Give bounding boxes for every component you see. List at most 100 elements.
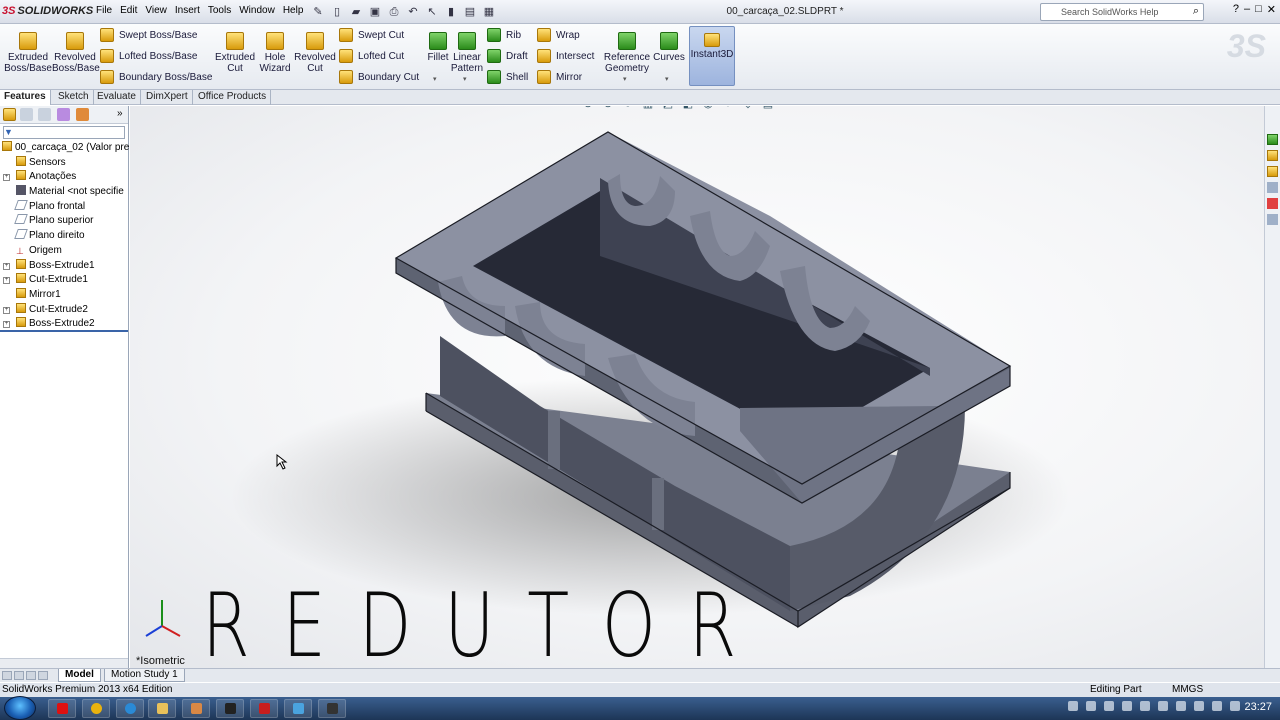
- solidworks-logo[interactable]: 3S SOLIDWORKS: [2, 5, 93, 19]
- save-icon[interactable]: ▣: [367, 4, 383, 20]
- last-tab-icon[interactable]: [38, 671, 48, 680]
- expand-plus-icon[interactable]: +: [3, 321, 10, 329]
- draft-button[interactable]: Draft: [487, 49, 528, 65]
- lofted-boss-button[interactable]: Lofted Boss/Base: [100, 49, 197, 65]
- tray-sync-icon[interactable]: [1104, 701, 1114, 711]
- view-palette-tab-icon[interactable]: [1267, 182, 1278, 193]
- expand-plus-icon[interactable]: +: [3, 277, 10, 285]
- boundary-boss-button[interactable]: Boundary Boss/Base: [100, 70, 212, 86]
- tree-item-top-plane[interactable]: Plano superior: [0, 214, 128, 229]
- menu-edit[interactable]: Edit: [120, 5, 137, 16]
- swept-cut-button[interactable]: Swept Cut: [339, 28, 404, 44]
- extruded-boss-button[interactable]: Extruded Boss/Base: [4, 32, 52, 74]
- menu-tools[interactable]: Tools: [208, 5, 231, 16]
- first-tab-icon[interactable]: [2, 671, 12, 680]
- tree-item-mirror1[interactable]: Mirror1: [0, 287, 128, 303]
- viewport-close-icon[interactable]: ✕: [1248, 106, 1256, 107]
- tab-evaluate[interactable]: Evaluate: [93, 90, 141, 105]
- rollback-bar[interactable]: [0, 330, 128, 332]
- rib-button[interactable]: Rib: [487, 28, 521, 44]
- menu-insert[interactable]: Insert: [175, 5, 200, 16]
- instant3d-button[interactable]: Instant3D: [689, 26, 735, 86]
- tree-item-sensors[interactable]: Sensors: [0, 155, 128, 171]
- taskbar-clock[interactable]: 23:27: [1244, 701, 1272, 713]
- tray-app-icon[interactable]: [1140, 701, 1150, 711]
- fillet-button[interactable]: Fillet: [426, 32, 450, 63]
- taskbar-app[interactable]: [182, 699, 210, 718]
- tray-cloud-icon[interactable]: [1086, 701, 1096, 711]
- tab-office-products[interactable]: Office Products: [194, 90, 272, 105]
- feature-tree-scrollbar[interactable]: [0, 658, 128, 668]
- status-units[interactable]: MMGS: [1172, 683, 1203, 697]
- feature-tree-filter-field[interactable]: ▼: [3, 126, 125, 139]
- mirror-button[interactable]: Mirror: [537, 70, 582, 86]
- tree-item-cut-extrude2[interactable]: + Cut-Extrude2: [0, 302, 128, 318]
- display-style-icon[interactable]: ◧: [680, 106, 696, 112]
- start-button[interactable]: [4, 696, 36, 720]
- undo-icon[interactable]: ↶: [405, 4, 421, 20]
- property-manager-tab-icon[interactable]: [20, 108, 33, 121]
- help-question-icon[interactable]: ?: [1233, 3, 1239, 16]
- taskbar-chrome[interactable]: [82, 699, 110, 718]
- zoom-to-area-icon[interactable]: ⊙: [600, 106, 616, 112]
- select-pointer-icon[interactable]: ↖: [424, 4, 440, 20]
- swept-boss-button[interactable]: Swept Boss/Base: [100, 28, 197, 44]
- zoom-to-fit-icon[interactable]: ⊕: [580, 106, 596, 112]
- viewport-minimize-icon[interactable]: –: [1226, 106, 1231, 107]
- expand-plus-icon[interactable]: +: [3, 306, 10, 314]
- tree-item-cut-extrude1[interactable]: + Cut-Extrude1: [0, 273, 128, 288]
- next-tab-icon[interactable]: [26, 671, 36, 680]
- graphics-area[interactable]: ⊕ ⊙ ↺ ▥ ◩ ◧ ◉ ● ◈ ▤ ▭ ▭ – □ ✕ REDUTOR *I…: [130, 106, 1264, 668]
- expand-plus-icon[interactable]: +: [3, 262, 10, 270]
- display-manager-tab-icon[interactable]: [76, 108, 89, 121]
- viewport-restore-icon[interactable]: ▭: [1197, 106, 1206, 107]
- tab-motion-study-1[interactable]: Motion Study 1: [104, 669, 185, 682]
- taskbar-opera[interactable]: [48, 699, 76, 718]
- menu-window[interactable]: Window: [239, 5, 275, 16]
- apply-scene-icon[interactable]: ◈: [740, 106, 756, 112]
- intersect-button[interactable]: Intersect: [537, 49, 594, 65]
- options-icon[interactable]: ▦: [481, 4, 497, 20]
- tray-antivirus-icon[interactable]: [1122, 701, 1132, 711]
- tray-bluetooth-icon[interactable]: [1158, 701, 1168, 711]
- revolved-cut-button[interactable]: Revolved Cut: [292, 32, 338, 74]
- reference-geometry-dropdown-icon[interactable]: ▾: [623, 75, 627, 83]
- print-icon[interactable]: ⎙: [386, 4, 402, 20]
- feature-tree-tab-icon[interactable]: [3, 108, 16, 121]
- tree-item-right-plane[interactable]: Plano direito: [0, 229, 128, 244]
- edit-appearance-icon[interactable]: ●: [720, 106, 736, 112]
- configuration-manager-tab-icon[interactable]: [38, 108, 51, 121]
- tree-item-part[interactable]: 00_carcaça_02 (Valor pre: [0, 141, 129, 156]
- tray-flag-icon[interactable]: [1230, 701, 1240, 711]
- custom-properties-tab-icon[interactable]: [1267, 214, 1278, 225]
- appearances-tab-icon[interactable]: [1267, 198, 1278, 209]
- tab-sketch[interactable]: Sketch: [54, 90, 94, 105]
- file-explorer-tab-icon[interactable]: [1267, 166, 1278, 177]
- file-properties-icon[interactable]: ▤: [462, 4, 478, 20]
- view-settings-icon[interactable]: ▤: [760, 106, 776, 112]
- tree-item-boss-extrude1[interactable]: + Boss-Extrude1: [0, 258, 128, 274]
- boundary-cut-button[interactable]: Boundary Cut: [339, 70, 419, 86]
- rebuild-icon[interactable]: ▮: [443, 4, 459, 20]
- design-library-tab-icon[interactable]: [1267, 150, 1278, 161]
- taskbar-remote[interactable]: [284, 699, 312, 718]
- fillet-dropdown-icon[interactable]: ▾: [433, 75, 437, 83]
- curves-button[interactable]: Curves: [652, 32, 686, 63]
- tray-network-icon[interactable]: [1194, 701, 1204, 711]
- close-button[interactable]: ✕: [1267, 3, 1276, 16]
- previous-view-icon[interactable]: ↺: [620, 106, 636, 112]
- view-orientation-icon[interactable]: ◩: [660, 106, 676, 112]
- expand-plus-icon[interactable]: +: [3, 174, 10, 182]
- tray-arrow-icon[interactable]: [1176, 701, 1186, 711]
- tray-volume-icon[interactable]: [1212, 701, 1222, 711]
- taskbar-media[interactable]: [216, 699, 244, 718]
- pin-icon[interactable]: ✎: [310, 4, 326, 20]
- linear-pattern-dropdown-icon[interactable]: ▾: [463, 75, 467, 83]
- tree-item-origin[interactable]: ⊥ Origem: [0, 244, 128, 259]
- tree-item-front-plane[interactable]: Plano frontal: [0, 199, 128, 215]
- search-help-field[interactable]: Search SolidWorks Help ⌕: [1040, 3, 1204, 21]
- shell-button[interactable]: Shell: [487, 70, 528, 86]
- extruded-cut-button[interactable]: Extruded Cut: [212, 32, 258, 74]
- panel-expand-icon[interactable]: »: [117, 108, 123, 119]
- tray-lock-icon[interactable]: [1068, 701, 1078, 711]
